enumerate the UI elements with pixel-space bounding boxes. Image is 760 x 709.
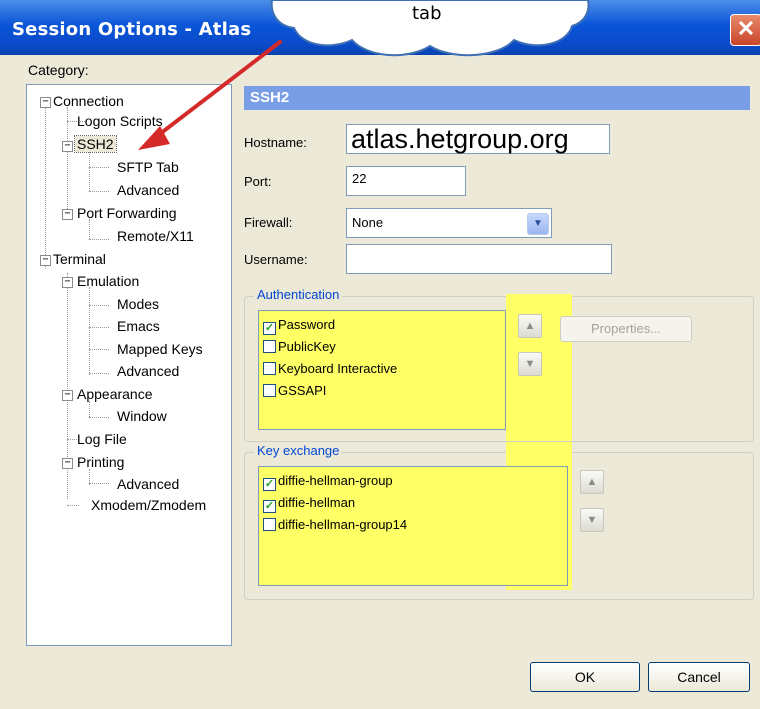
tree-line	[67, 505, 79, 506]
checkbox-icon[interactable]	[263, 340, 276, 353]
tree-line	[89, 483, 109, 484]
arrow-down-icon: ▼	[524, 358, 536, 370]
collapse-icon[interactable]: −	[62, 458, 73, 469]
list-item[interactable]: diffie-hellman-group14	[263, 517, 407, 532]
authentication-list[interactable]: ✓ Password PublicKey Keyboard Interactive…	[258, 310, 506, 430]
list-item[interactable]: ✓ Password	[263, 317, 335, 335]
list-item[interactable]: GSSAPI	[263, 383, 326, 398]
tree-item-emulation[interactable]: Emulation	[77, 273, 139, 289]
tree-line	[89, 373, 109, 374]
port-label: Port:	[244, 174, 272, 189]
checkbox-icon[interactable]	[263, 518, 276, 531]
hostname-label: Hostname:	[244, 135, 307, 150]
tree-item-ssh2[interactable]: SSH2	[74, 135, 117, 153]
move-down-button[interactable]: ▼	[580, 508, 604, 532]
tree-line	[89, 219, 90, 239]
properties-button[interactable]: Properties...	[560, 316, 692, 342]
cancel-button[interactable]: Cancel	[648, 662, 750, 692]
firewall-select[interactable]: None ▼	[346, 208, 552, 238]
collapse-icon[interactable]: −	[40, 97, 51, 108]
key-exchange-list[interactable]: ✓ diffie-hellman-group ✓ diffie-hellman di…	[258, 466, 568, 586]
section-header: SSH2	[244, 86, 750, 110]
tree-line	[89, 417, 109, 418]
list-item[interactable]: PublicKey	[263, 339, 336, 354]
tree-item-connection[interactable]: Connection	[53, 93, 124, 109]
port-field[interactable]: 22	[346, 166, 466, 196]
tree-line	[89, 327, 109, 328]
ok-button[interactable]: OK	[530, 662, 640, 692]
checkbox-icon[interactable]: ✓	[263, 500, 276, 513]
callout-text: tab	[412, 3, 442, 24]
list-item-label: Keyboard Interactive	[278, 361, 398, 376]
move-up-button[interactable]: ▲	[518, 314, 542, 338]
list-item[interactable]: ✓ diffie-hellman	[263, 495, 355, 513]
collapse-icon[interactable]: −	[62, 141, 73, 152]
list-item[interactable]: ✓ diffie-hellman-group	[263, 473, 393, 491]
list-item-label: diffie-hellman-group	[278, 473, 393, 488]
tree-item-port-forwarding[interactable]: Port Forwarding	[77, 205, 177, 221]
tree-item-remote-x11[interactable]: Remote/X11	[117, 228, 194, 244]
tree-line	[89, 401, 90, 417]
checkbox-icon[interactable]: ✓	[263, 322, 276, 335]
tree-item-ssh2-advanced[interactable]: Advanced	[117, 182, 179, 198]
tree-line	[89, 239, 109, 240]
tree-item-emacs[interactable]: Emacs	[117, 318, 160, 334]
tree-item-modes[interactable]: Modes	[117, 296, 159, 312]
tree-line	[89, 349, 109, 350]
username-label: Username:	[244, 252, 308, 267]
list-item-label: diffie-hellman	[278, 495, 356, 510]
tree-item-printing-advanced[interactable]: Advanced	[117, 476, 179, 492]
arrow-down-icon: ▼	[586, 514, 598, 526]
category-label: Category:	[28, 62, 89, 78]
firewall-label: Firewall:	[244, 215, 293, 230]
move-up-button[interactable]: ▲	[580, 470, 604, 494]
close-icon: ✕	[736, 16, 756, 41]
checkbox-icon[interactable]: ✓	[263, 478, 276, 491]
list-item-label: Password	[278, 317, 336, 332]
tree-item-terminal[interactable]: Terminal	[53, 251, 106, 267]
username-field[interactable]	[346, 244, 612, 274]
arrow-up-icon: ▲	[524, 320, 536, 332]
move-down-button[interactable]: ▼	[518, 352, 542, 376]
tree-item-mapped-keys[interactable]: Mapped Keys	[117, 341, 203, 357]
tree-item-window[interactable]: Window	[117, 408, 167, 424]
category-tree[interactable]: − Connection Logon Scripts − SSH2 SFTP T…	[26, 84, 232, 646]
collapse-icon[interactable]: −	[62, 390, 73, 401]
collapse-icon[interactable]: −	[40, 255, 51, 266]
authentication-title: Authentication	[254, 287, 343, 302]
list-item[interactable]: Keyboard Interactive	[263, 361, 397, 376]
tree-item-log-file[interactable]: Log File	[77, 431, 127, 447]
tree-line	[45, 107, 46, 269]
hostname-field[interactable]: atlas.hetgroup.org	[346, 124, 610, 154]
tree-item-appearance[interactable]: Appearance	[77, 386, 153, 402]
checkbox-icon[interactable]	[263, 384, 276, 397]
tree-line	[89, 167, 109, 168]
window-title: Session Options - Atlas	[12, 19, 252, 40]
tree-line	[89, 151, 90, 191]
tree-item-xmodem-zmodem[interactable]: Xmodem/Zmodem	[91, 497, 206, 513]
collapse-icon[interactable]: −	[62, 209, 73, 220]
list-item-label: GSSAPI	[278, 383, 327, 398]
tree-item-sftp-tab[interactable]: SFTP Tab	[117, 159, 179, 175]
tree-line	[89, 191, 109, 192]
chevron-down-icon[interactable]: ▼	[527, 213, 549, 235]
tree-item-printing[interactable]: Printing	[77, 454, 124, 470]
list-item-label: diffie-hellman-group14	[278, 517, 408, 532]
close-button[interactable]: ✕	[730, 14, 760, 46]
session-options-dialog: Session Options - Atlas ✕ tab Category: …	[0, 0, 760, 709]
arrow-up-icon: ▲	[586, 476, 598, 488]
tree-line	[89, 305, 109, 306]
firewall-value: None	[352, 215, 384, 230]
collapse-icon[interactable]: −	[62, 277, 73, 288]
tree-line	[89, 287, 90, 375]
key-exchange-title: Key exchange	[254, 443, 343, 458]
list-item-label: PublicKey	[278, 339, 336, 354]
tree-line	[67, 107, 68, 217]
checkbox-icon[interactable]	[263, 362, 276, 375]
tree-item-emulation-advanced[interactable]: Advanced	[117, 363, 179, 379]
